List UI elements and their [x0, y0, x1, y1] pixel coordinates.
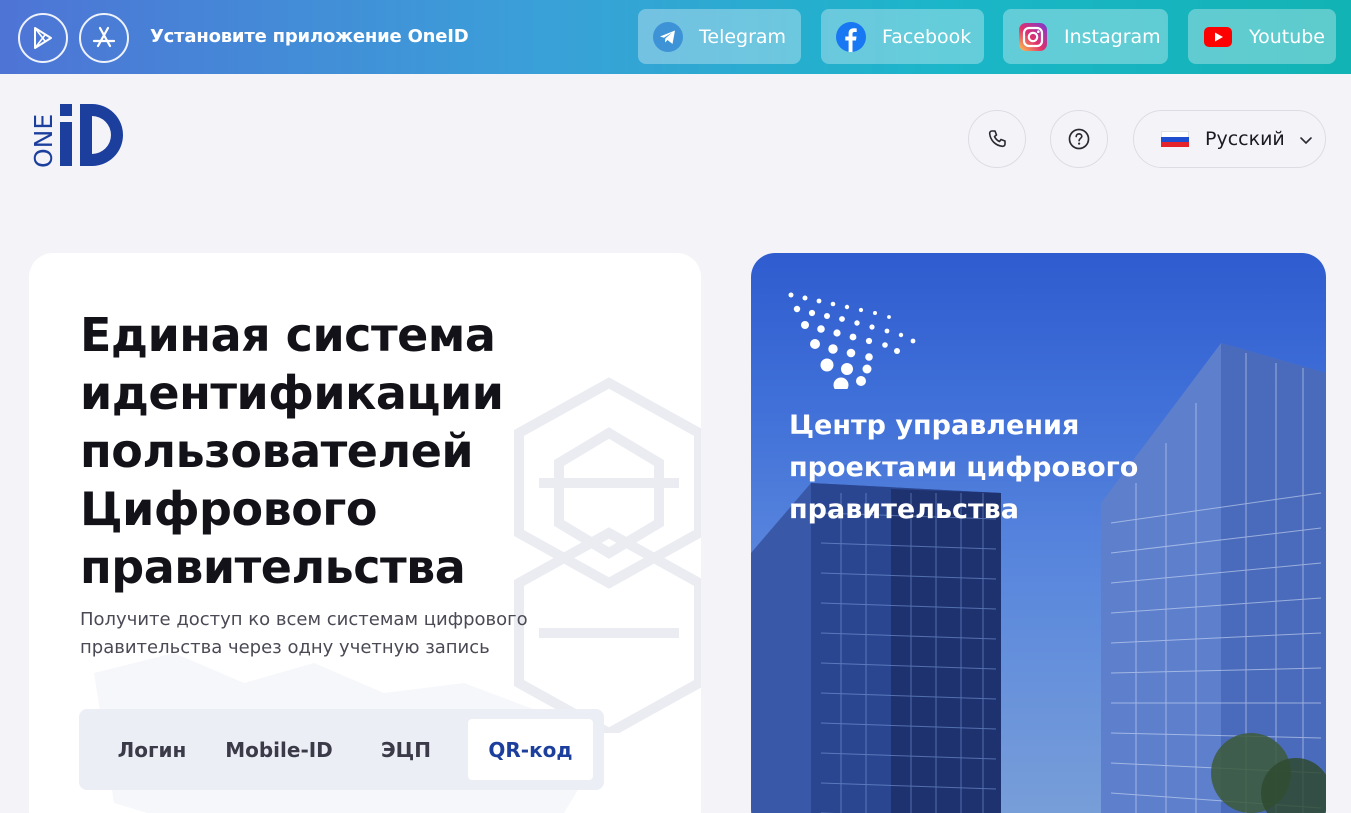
- logo-one-text: ONE: [29, 114, 58, 168]
- facebook-link[interactable]: Facebook: [821, 9, 984, 64]
- google-play-icon: [34, 27, 52, 49]
- tab-mobile-id[interactable]: Mobile-ID: [213, 719, 345, 780]
- facebook-label: Facebook: [882, 25, 972, 48]
- chevron-down-icon: [1300, 137, 1312, 145]
- oneid-logo[interactable]: ONE: [28, 102, 128, 168]
- instagram-icon: [1018, 22, 1048, 52]
- brand-dots-logo: [788, 292, 916, 389]
- install-app-text: Установите приложение OneID: [150, 26, 469, 47]
- app-store-button[interactable]: [79, 13, 129, 63]
- google-play-button[interactable]: [18, 13, 68, 63]
- help-button[interactable]: [1050, 110, 1108, 168]
- russia-flag-icon: [1161, 131, 1189, 147]
- phone-button[interactable]: [968, 110, 1026, 168]
- youtube-label: Youtube: [1249, 25, 1325, 48]
- telegram-link[interactable]: Telegram: [638, 9, 801, 64]
- question-icon: [1068, 128, 1090, 150]
- login-card: Единая система идентификации пользовател…: [29, 253, 701, 813]
- instagram-label: Instagram: [1064, 25, 1161, 48]
- instagram-link[interactable]: Instagram: [1003, 9, 1168, 64]
- youtube-icon: [1203, 22, 1233, 52]
- tab-eds[interactable]: ЭЦП: [353, 719, 459, 780]
- youtube-link[interactable]: Youtube: [1188, 9, 1336, 64]
- telegram-label: Telegram: [699, 25, 787, 48]
- login-method-tabs: Логин Mobile-ID ЭЦП QR-код: [79, 709, 604, 790]
- language-label: Русский: [1205, 128, 1285, 150]
- app-store-icon: [92, 26, 116, 48]
- page-title: Единая система идентификации пользовател…: [80, 308, 504, 594]
- hero-banner: Центр управления проектами цифрового пра…: [751, 253, 1326, 813]
- language-selector[interactable]: Русский: [1133, 110, 1326, 168]
- tab-login[interactable]: Логин: [99, 719, 205, 780]
- facebook-icon: [836, 21, 866, 52]
- page-subtitle: Получите доступ ко всем системам цифрово…: [80, 609, 528, 658]
- tab-qr-code[interactable]: QR-код: [468, 719, 593, 780]
- hero-title: Центр управления проектами цифрового пра…: [789, 410, 1139, 525]
- telegram-icon: [653, 21, 683, 52]
- phone-icon: [988, 130, 1006, 148]
- app-install-banner: Установите приложение OneID Telegram Fac…: [0, 0, 1351, 74]
